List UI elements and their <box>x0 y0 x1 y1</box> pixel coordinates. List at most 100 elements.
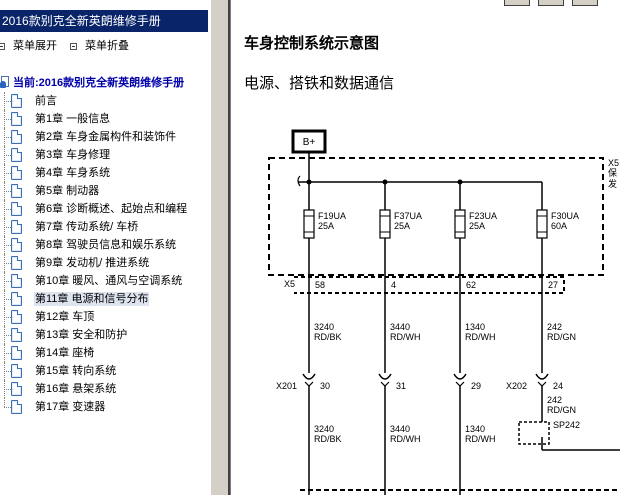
document-subtitle: 电源、搭铁和数据通信 <box>244 75 395 92</box>
connector-pin-label: 30 <box>320 381 330 391</box>
wire-color-label: RD/WH <box>465 332 496 342</box>
tree-item[interactable]: 前言 <box>0 92 208 110</box>
tree-item[interactable]: 第14章 座椅 <box>0 344 208 362</box>
wire-color-label: RD/GN <box>547 405 576 415</box>
tree-line <box>4 227 11 228</box>
fuse-symbol <box>536 209 548 239</box>
document-icon <box>11 364 22 378</box>
document-icon <box>11 382 22 396</box>
wire-color-label: RD/WH <box>390 332 421 342</box>
tree-line <box>4 317 11 318</box>
tree-line <box>4 335 11 336</box>
tree-item-label: 第15章 转向系统 <box>35 365 117 377</box>
document-icon <box>11 238 22 252</box>
tree-item[interactable]: 第15章 转向系统 <box>0 362 208 380</box>
document-icon <box>11 94 22 108</box>
tree-item-label: 第16章 悬架系统 <box>35 383 117 395</box>
fuse-name: F37UA <box>394 211 422 221</box>
tree-item-label: 第14章 座椅 <box>35 347 95 359</box>
tree-item-label: 第2章 车身金属构件和装饰件 <box>35 131 177 143</box>
b-plus-label: B+ <box>303 137 316 148</box>
tree-item-label: 第5章 制动器 <box>35 185 100 197</box>
x5-pin-label: 4 <box>391 280 396 290</box>
tree-line <box>4 137 11 138</box>
wire-circuit-label: 3440 <box>390 424 410 434</box>
wire-color-label: RD/WH <box>390 434 421 444</box>
fuse-rating: 25A <box>469 221 485 231</box>
document-icon <box>11 292 22 306</box>
connector-pin-label: 29 <box>471 381 481 391</box>
pane-title: 2016款别克全新英朗维修手册 <box>0 10 208 32</box>
tree-root[interactable]: 当前:2016款别克全新英朗维修手册 <box>0 74 184 90</box>
tree-line <box>4 101 11 102</box>
tree-item[interactable]: 第7章 传动系统/ 车桥 <box>0 218 208 236</box>
x5-pin-label: 62 <box>466 280 476 290</box>
tree-item-label: 第4章 车身系统 <box>35 167 111 179</box>
tree-item-label: 第8章 驾驶员信息和娱乐系统 <box>35 239 177 251</box>
document-icon <box>11 220 22 234</box>
tree-root-label: 当前:2016款别克全新英朗维修手册 <box>13 77 185 89</box>
document-icon <box>11 256 22 270</box>
tree-item[interactable]: 第5章 制动器 <box>0 182 208 200</box>
tree-item[interactable]: 第8章 驾驶员信息和娱乐系统 <box>0 236 208 254</box>
tree-item[interactable]: 第4章 车身系统 <box>0 164 208 182</box>
menu-expand-button[interactable]: 菜单展开 <box>0 38 57 54</box>
tree-item[interactable]: 第13章 安全和防护 <box>0 326 208 344</box>
tree-item[interactable]: 第17章 变速器 <box>0 398 208 416</box>
tree-line <box>4 209 11 210</box>
box-label-1: X5 <box>608 158 619 168</box>
menu-expand-label: 菜单展开 <box>13 40 57 52</box>
expand-icon <box>0 42 5 50</box>
wiring-diagram: B+ X5 保 发 X5 X201 X202 F19UA25A583240RD/… <box>268 129 620 495</box>
toolbar-button[interactable] <box>504 0 530 6</box>
fuse-symbol <box>454 209 466 239</box>
tree-item[interactable]: 第10章 暖风、通风与空调系统 <box>0 272 208 290</box>
x201-label: X201 <box>276 381 297 391</box>
wire-circuit-label: 3240 <box>314 424 334 434</box>
fuse-symbol <box>303 209 315 239</box>
tree-item-label: 第1章 一般信息 <box>35 113 111 125</box>
tree-item[interactable]: 第1章 一般信息 <box>0 110 208 128</box>
toolbar-button[interactable] <box>538 0 564 6</box>
menu-bar: 菜单展开 菜单折叠 <box>0 38 208 54</box>
wire-color-label: RD/GN <box>547 332 576 342</box>
tree-item[interactable]: 第9章 发动机/ 推进系统 <box>0 254 208 272</box>
x5-label: X5 <box>284 279 295 289</box>
menu-collapse-button[interactable]: 菜单折叠 <box>70 38 129 54</box>
document-title: 车身控制系统示意图 <box>244 35 380 52</box>
tree-item[interactable]: 第12章 车顶 <box>0 308 208 326</box>
tree-item-label: 第17章 变速器 <box>35 401 106 413</box>
bus-hook <box>297 175 301 187</box>
wire-circuit-label: 3240 <box>314 322 334 332</box>
tree-line <box>4 119 11 120</box>
fuse-symbol <box>379 209 391 239</box>
wire-color-label: RD/WH <box>465 434 496 444</box>
tree-line <box>4 398 5 407</box>
menu-collapse-label: 菜单折叠 <box>85 40 129 52</box>
fuse-rating: 60A <box>551 221 567 231</box>
tree-line <box>4 371 11 372</box>
fuse-name: F30UA <box>551 211 579 221</box>
wire-circuit-label: 242 <box>547 322 562 332</box>
x5-pin-label: 27 <box>548 280 558 290</box>
tree-item[interactable]: 第11章 电源和信号分布 <box>0 290 208 308</box>
tree-item-label: 第13章 安全和防护 <box>35 329 128 341</box>
fuse-rating: 25A <box>394 221 410 231</box>
tree-item[interactable]: 第6章 诊断概述、起始点和编程 <box>0 200 208 218</box>
tree-item[interactable]: 第2章 车身金属构件和装饰件 <box>0 128 208 146</box>
document-icon <box>11 184 22 198</box>
document-icon <box>11 274 22 288</box>
wire-circuit-label: 242 <box>547 395 562 405</box>
tree-line <box>4 191 11 192</box>
tree-item[interactable]: 第16章 悬架系统 <box>0 380 208 398</box>
pane-splitter[interactable] <box>210 0 229 495</box>
splitter-edge <box>228 0 231 495</box>
toolbar-button[interactable] <box>572 0 598 6</box>
tree-item[interactable]: 第3章 车身修理 <box>0 146 208 164</box>
wire-circuit-label: 1340 <box>465 424 485 434</box>
tree-line <box>4 173 11 174</box>
document-icon <box>11 130 22 144</box>
tree-line <box>4 389 11 390</box>
document-icon <box>11 202 22 216</box>
fuse-name: F19UA <box>318 211 346 221</box>
